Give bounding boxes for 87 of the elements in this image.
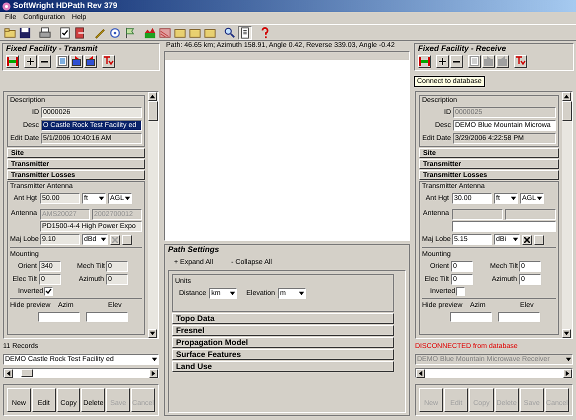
scroll-left-button[interactable] [4,369,13,378]
antenna-symbol-icon [516,56,526,66]
right-arrow-icon [564,370,571,377]
browse-button[interactable] [534,234,544,244]
input-field[interactable] [452,221,556,232]
striped-document-icon [159,26,171,38]
plus-icon [439,58,446,64]
dropdown-arrow-icon [512,236,519,243]
folder-icon [204,26,216,38]
checkbox[interactable] [456,287,466,296]
scroll-thumb[interactable] [148,101,158,121]
scroll-right-button[interactable] [563,369,572,378]
app-icon [2,2,11,10]
check-icon [45,288,52,295]
document-check-icon [59,26,71,38]
printer-icon [39,26,51,38]
window-title: SoftWright HDPath Rev 379 [13,1,118,11]
scroll-down-button[interactable] [562,329,571,338]
browse-button[interactable] [122,234,132,244]
preview-box [498,312,540,322]
scroll-up-button[interactable] [148,92,157,101]
collapsed-section-header[interactable]: Surface Features [172,349,394,360]
dropdown-arrow-icon [565,356,572,363]
scroll-thumb[interactable] [562,101,572,121]
horizontal-scrollbar[interactable] [3,368,159,378]
readonly-field[interactable] [505,209,556,220]
document-icon [239,26,251,38]
panel-title: Fixed Facility - Transmit [5,44,99,54]
link-bar-icon [7,56,18,66]
folder-icon [4,26,16,38]
antenna-symbol-icon [104,56,114,66]
horizontal-scrollbar[interactable] [415,368,573,378]
dropdown-arrow-icon [510,195,517,202]
checkbox[interactable] [44,287,54,296]
scroll-up-button[interactable] [562,92,571,101]
dropdown-arrow-icon [536,195,543,202]
scroll-left-button[interactable] [416,369,425,378]
up-arrow-icon [563,93,570,100]
folder-icon [189,26,201,38]
pencil-icon [94,26,106,38]
toolbar-button[interactable] [238,26,252,40]
dropdown-arrow-icon [229,290,236,297]
left-arrow-icon [5,370,12,377]
toolbar-button[interactable] [58,26,72,40]
folder-icon [174,26,186,38]
dropdown-arrow-icon [124,195,131,202]
clear-button[interactable] [522,234,532,244]
toolbar-button[interactable] [38,26,52,40]
collapsed-section-header[interactable]: Topo Data [172,313,394,324]
down-arrow-icon [563,330,570,337]
dropdown-arrow-icon [98,195,105,202]
left-arrow-icon [417,370,424,377]
scrollbar[interactable] [562,92,572,338]
exit-door-icon [74,26,86,38]
down-arrow-icon [149,330,156,337]
collapsed-section-header[interactable]: Propagation Model [172,337,394,348]
scrollbar[interactable] [148,92,158,338]
question-mark-icon [259,26,271,38]
readonly-field[interactable] [452,209,503,220]
toolbar-button[interactable] [73,26,87,40]
preview-box [450,312,492,322]
list-icon [58,56,67,66]
dropdown-arrow-icon [151,356,158,363]
preview-box [38,312,80,322]
plus-icon [27,58,34,64]
list-icon [470,56,479,66]
group-title: Path Settings [168,245,220,255]
collapsed-section-header[interactable]: Land Use [172,361,394,372]
collapsed-section-header[interactable]: Fresnel [172,325,394,336]
right-arrow-icon [150,370,157,377]
scroll-thumb[interactable] [21,369,33,377]
magnifier-icon [224,26,236,38]
dropdown-arrow-icon [100,236,107,243]
dropdown-arrow-icon [298,290,306,297]
up-arrow-icon [149,93,156,100]
scroll-right-button[interactable] [149,369,158,378]
preview-box [86,312,128,322]
panel-title: Fixed Facility - Receive [417,44,508,54]
close-icon [524,236,530,242]
toolbar-button[interactable] [18,26,32,40]
link-bar-icon [419,56,430,66]
scroll-down-button[interactable] [148,329,157,338]
terrain-icon [144,26,156,38]
close-icon [112,236,118,242]
flag-icon [124,26,136,38]
toolbar-button[interactable] [223,26,237,40]
compass-icon [109,26,121,38]
